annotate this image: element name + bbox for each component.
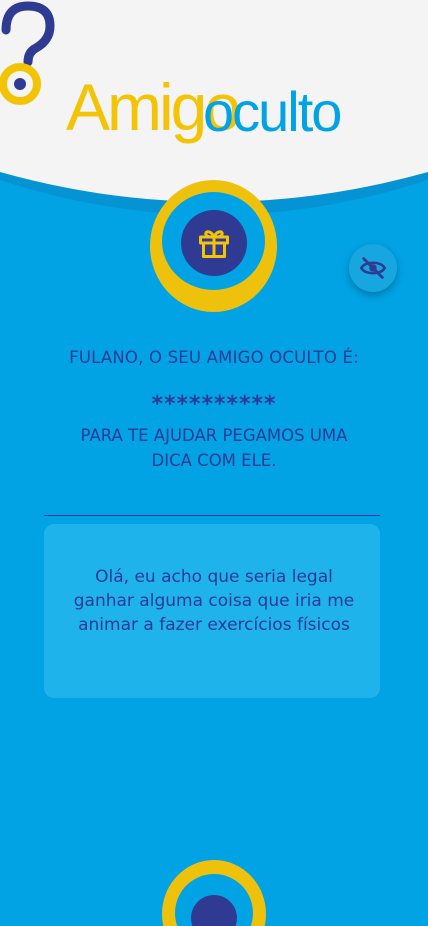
header-card: Amigo oculto — [0, 0, 428, 215]
gift-icon — [199, 230, 229, 258]
toggle-visibility-button[interactable] — [349, 244, 397, 292]
secret-friend-screen: Amigo oculto FULANO, O SEU AMIGO OCULTO … — [0, 0, 428, 926]
hint-message: Olá, eu acho que seria legal ganhar algu… — [73, 567, 355, 635]
reveal-title: FULANO, O SEU AMIGO OCULTO É: — [69, 348, 359, 367]
question-mark-logo-icon — [0, 1, 55, 105]
gift-badge — [181, 210, 247, 276]
amigo-oculto-logo: Amigo oculto — [0, 0, 428, 170]
help-text: PARA TE AJUDAR PEGAMOS UMA DICA COM ELE. — [80, 426, 348, 470]
logo-word-oculto: oculto — [203, 80, 342, 143]
eye-off-icon — [359, 257, 387, 279]
divider — [44, 515, 380, 516]
masked-friend-name: ********** — [151, 392, 277, 417]
